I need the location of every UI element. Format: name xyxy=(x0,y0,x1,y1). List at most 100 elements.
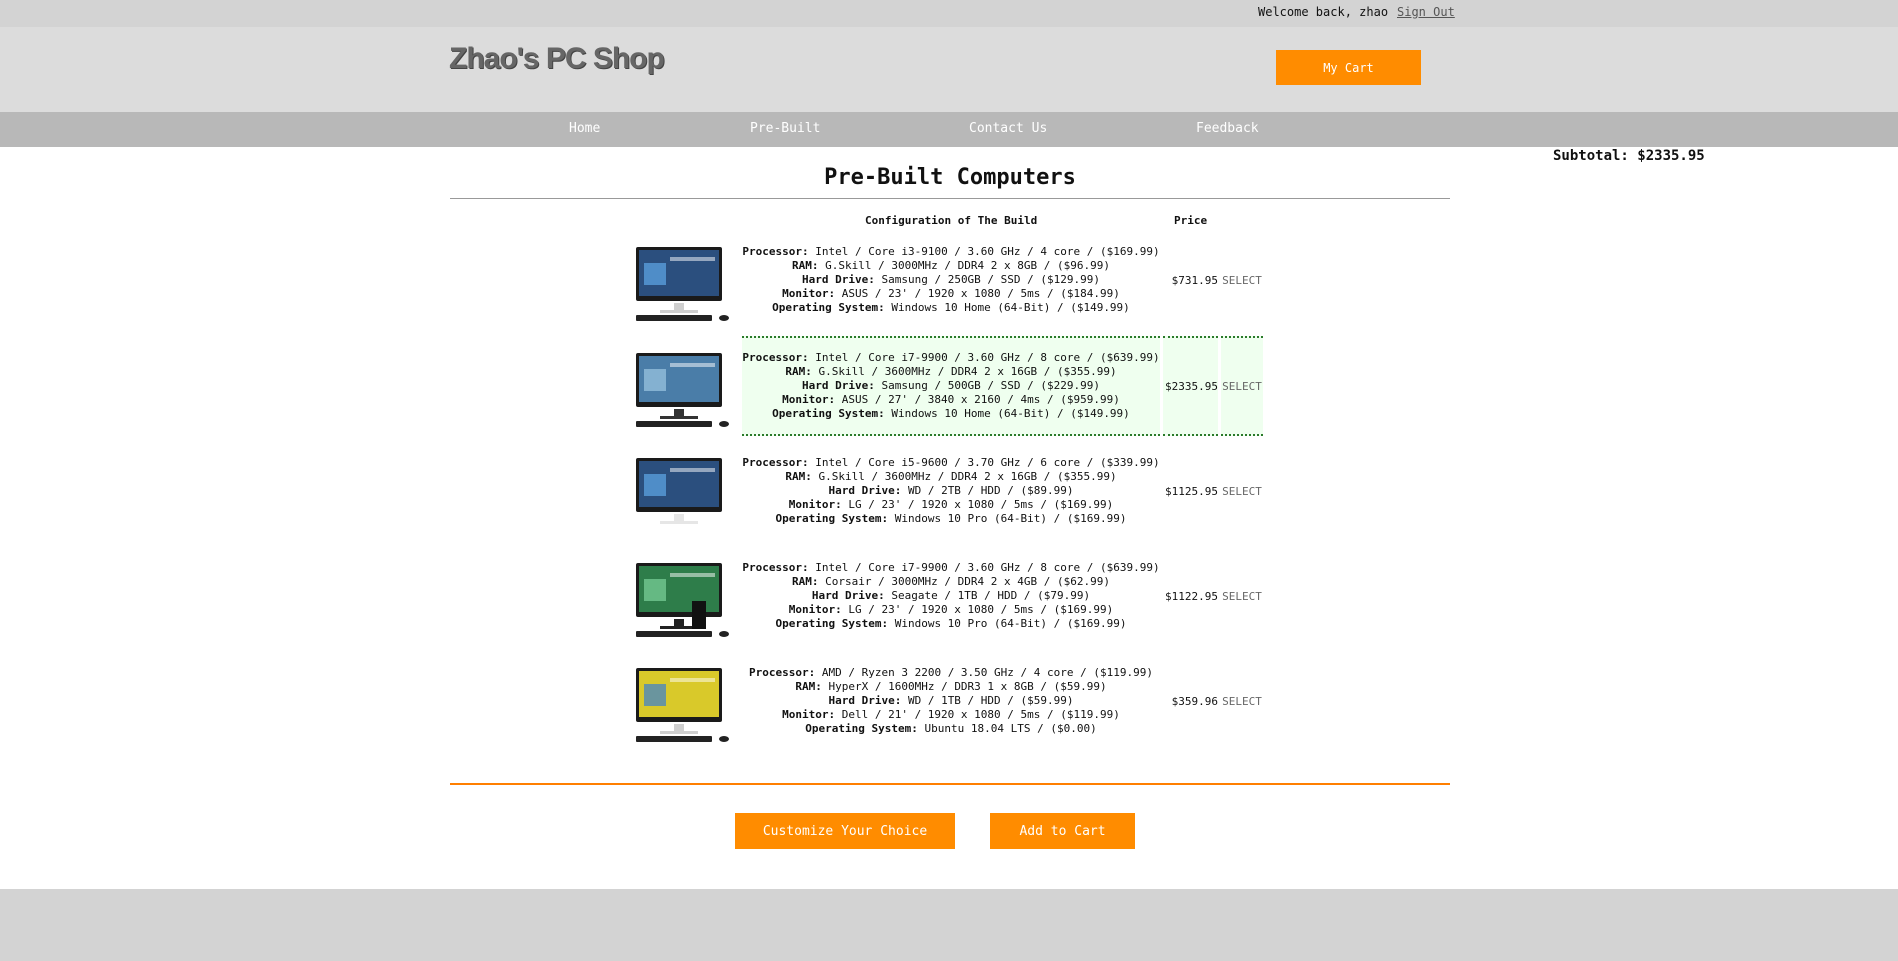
header: Zhao's PC Shop My Cart xyxy=(0,27,1898,112)
config-label-hdd: Hard Drive: xyxy=(811,589,885,602)
nav-feedback[interactable]: Feedback xyxy=(1196,121,1259,136)
config-line-hdd: Hard Drive: Samsung / 250GB / SSD / ($12… xyxy=(802,273,1100,287)
build-price: $1125.95 xyxy=(1165,484,1218,498)
config-label-ram: RAM: xyxy=(785,365,812,378)
config-label-processor: Processor: xyxy=(742,245,809,258)
config-line-os: Operating System: Windows 10 Pro (64-Bit… xyxy=(775,512,1126,526)
config-line-monitor: Monitor: ASUS / 23' / 1920 x 1080 / 5ms … xyxy=(782,287,1120,301)
config-value-ram: Corsair / 3000MHz / DDR4 2 x 4GB / ($62.… xyxy=(825,575,1110,588)
config-value-monitor: ASUS / 23' / 1920 x 1080 / 5ms / ($184.9… xyxy=(841,287,1120,300)
main-nav: Home Pre-Built Contact Us Feedback xyxy=(0,112,1898,147)
page-title: Pre-Built Computers xyxy=(824,165,1076,190)
config-value-processor: Intel / Core i3-9100 / 3.60 GHz / 4 core… xyxy=(815,245,1160,258)
config-label-ram: RAM: xyxy=(792,575,819,588)
config-value-processor: Intel / Core i7-9900 / 3.60 GHz / 8 core… xyxy=(815,351,1160,364)
build-configuration: Processor: Intel / Core i7-9900 / 3.60 G… xyxy=(742,336,1160,436)
build-row[interactable]: Processor: Intel / Core i5-9600 / 3.70 G… xyxy=(625,441,1265,541)
build-row[interactable]: Processor: Intel / Core i3-9100 / 3.60 G… xyxy=(625,230,1265,330)
config-value-os: Windows 10 Home (64-Bit) / ($149.99) xyxy=(891,407,1130,420)
config-label-ram: RAM: xyxy=(792,259,819,272)
build-row[interactable]: Processor: Intel / Core i7-9900 / 3.60 G… xyxy=(625,546,1265,646)
config-label-processor: Processor: xyxy=(742,456,809,469)
config-value-monitor: LG / 23' / 1920 x 1080 / 5ms / ($169.99) xyxy=(848,498,1114,511)
my-cart-button[interactable]: My Cart xyxy=(1276,50,1421,85)
footer xyxy=(0,889,1898,961)
config-line-monitor: Monitor: LG / 23' / 1920 x 1080 / 5ms / … xyxy=(789,603,1114,617)
config-line-ram: RAM: G.Skill / 3600MHz / DDR4 2 x 16GB /… xyxy=(785,365,1116,379)
build-price: $731.95 xyxy=(1171,273,1218,287)
config-line-monitor: Monitor: Dell / 21' / 1920 x 1080 / 5ms … xyxy=(782,708,1120,722)
config-value-ram: G.Skill / 3000MHz / DDR4 2 x 8GB / ($96.… xyxy=(825,259,1110,272)
config-label-hdd: Hard Drive: xyxy=(801,379,875,392)
select-build-button[interactable]: SELECT xyxy=(1221,546,1263,646)
config-line-hdd: Hard Drive: Seagate / 1TB / HDD / ($79.9… xyxy=(812,589,1090,603)
select-build-button[interactable]: SELECT xyxy=(1221,651,1263,751)
config-line-processor: Processor: Intel / Core i5-9600 / 3.70 G… xyxy=(742,456,1159,470)
build-price: $359.96 xyxy=(1171,694,1218,708)
config-value-hdd: Samsung / 500GB / SSD / ($229.99) xyxy=(881,379,1101,392)
config-label-os: Operating System: xyxy=(772,407,885,420)
config-label-ram: RAM: xyxy=(795,680,822,693)
nav-home[interactable]: Home xyxy=(569,121,600,136)
build-row[interactable]: Processor: Intel / Core i7-9900 / 3.60 G… xyxy=(625,336,1265,436)
config-value-hdd: WD / 1TB / HDD / ($59.99) xyxy=(907,694,1074,707)
nav-contact-us[interactable]: Contact Us xyxy=(969,121,1047,136)
config-value-processor: AMD / Ryzen 3 2200 / 3.50 GHz / 4 core /… xyxy=(821,666,1153,679)
config-line-ram: RAM: Corsair / 3000MHz / DDR4 2 x 4GB / … xyxy=(792,575,1110,589)
config-label-processor: Processor: xyxy=(742,561,809,574)
config-label-monitor: Monitor: xyxy=(788,498,842,511)
config-line-processor: Processor: AMD / Ryzen 3 2200 / 3.50 GHz… xyxy=(749,666,1153,680)
column-header-price: Price xyxy=(1174,214,1208,227)
config-value-processor: Intel / Core i7-9900 / 3.60 GHz / 8 core… xyxy=(815,561,1160,574)
shop-logo[interactable]: Zhao's PC Shop xyxy=(449,42,665,76)
config-value-ram: G.Skill / 3600MHz / DDR4 2 x 16GB / ($35… xyxy=(818,470,1117,483)
build-configuration: Processor: AMD / Ryzen 3 2200 / 3.50 GHz… xyxy=(742,651,1160,751)
config-value-ram: HyperX / 1600MHz / DDR3 1 x 8GB / ($59.9… xyxy=(828,680,1107,693)
config-label-ram: RAM: xyxy=(785,470,812,483)
build-configuration: Processor: Intel / Core i7-9900 / 3.60 G… xyxy=(742,546,1160,646)
welcome-text: Welcome back, zhao xyxy=(1258,5,1389,19)
all-in-one-pc-yellow-icon xyxy=(630,666,738,746)
config-line-ram: RAM: G.Skill / 3000MHz / DDR4 2 x 8GB / … xyxy=(792,259,1110,273)
add-to-cart-button[interactable]: Add to Cart xyxy=(990,813,1135,849)
all-in-one-pc-white-icon xyxy=(630,456,738,536)
config-line-os: Operating System: Ubuntu 18.04 LTS / ($0… xyxy=(805,722,1096,736)
divider-accent xyxy=(450,783,1450,785)
sign-out-link[interactable]: Sign Out xyxy=(1397,5,1455,19)
config-label-processor: Processor: xyxy=(742,351,809,364)
config-line-hdd: Hard Drive: Samsung / 500GB / SSD / ($22… xyxy=(802,379,1100,393)
nav-pre-built[interactable]: Pre-Built xyxy=(750,121,820,136)
config-label-monitor: Monitor: xyxy=(782,708,836,721)
config-line-os: Operating System: Windows 10 Home (64-Bi… xyxy=(772,407,1130,421)
build-price: $1122.95 xyxy=(1165,589,1218,603)
config-line-ram: RAM: G.Skill / 3600MHz / DDR4 2 x 16GB /… xyxy=(785,470,1116,484)
all-in-one-pc-windows-icon xyxy=(630,245,738,325)
select-build-button[interactable]: SELECT xyxy=(1221,230,1263,330)
config-label-monitor: Monitor: xyxy=(782,393,836,406)
config-value-os: Windows 10 Home (64-Bit) / ($149.99) xyxy=(891,301,1130,314)
config-label-hdd: Hard Drive: xyxy=(801,273,875,286)
config-value-hdd: WD / 2TB / HDD / ($89.99) xyxy=(907,484,1074,497)
build-price: $2335.95 xyxy=(1163,336,1218,436)
config-line-hdd: Hard Drive: WD / 2TB / HDD / ($89.99) xyxy=(828,484,1073,498)
config-label-hdd: Hard Drive: xyxy=(828,694,902,707)
config-line-monitor: Monitor: ASUS / 27' / 3840 x 2160 / 4ms … xyxy=(782,393,1120,407)
select-build-button[interactable]: SELECT xyxy=(1221,336,1263,436)
config-value-os: Windows 10 Pro (64-Bit) / ($169.99) xyxy=(894,512,1127,525)
build-configuration: Processor: Intel / Core i3-9100 / 3.60 G… xyxy=(742,230,1160,330)
divider xyxy=(450,198,1450,199)
build-row[interactable]: Processor: AMD / Ryzen 3 2200 / 3.50 GHz… xyxy=(625,651,1265,751)
config-line-monitor: Monitor: LG / 23' / 1920 x 1080 / 5ms / … xyxy=(789,498,1114,512)
config-value-monitor: LG / 23' / 1920 x 1080 / 5ms / ($169.99) xyxy=(848,603,1114,616)
select-build-button[interactable]: SELECT xyxy=(1221,441,1263,541)
config-value-os: Windows 10 Pro (64-Bit) / ($169.99) xyxy=(894,617,1127,630)
config-line-os: Operating System: Windows 10 Pro (64-Bit… xyxy=(775,617,1126,631)
config-value-hdd: Samsung / 250GB / SSD / ($129.99) xyxy=(881,273,1101,286)
subtotal: Subtotal: $2335.95 xyxy=(1553,148,1705,164)
column-header-config: Configuration of The Build xyxy=(865,214,1038,227)
config-label-hdd: Hard Drive: xyxy=(828,484,902,497)
top-bar: Welcome back, zhao Sign Out xyxy=(0,0,1898,27)
config-line-os: Operating System: Windows 10 Home (64-Bi… xyxy=(772,301,1130,315)
config-label-os: Operating System: xyxy=(775,512,889,525)
customize-choice-button[interactable]: Customize Your Choice xyxy=(735,813,955,849)
